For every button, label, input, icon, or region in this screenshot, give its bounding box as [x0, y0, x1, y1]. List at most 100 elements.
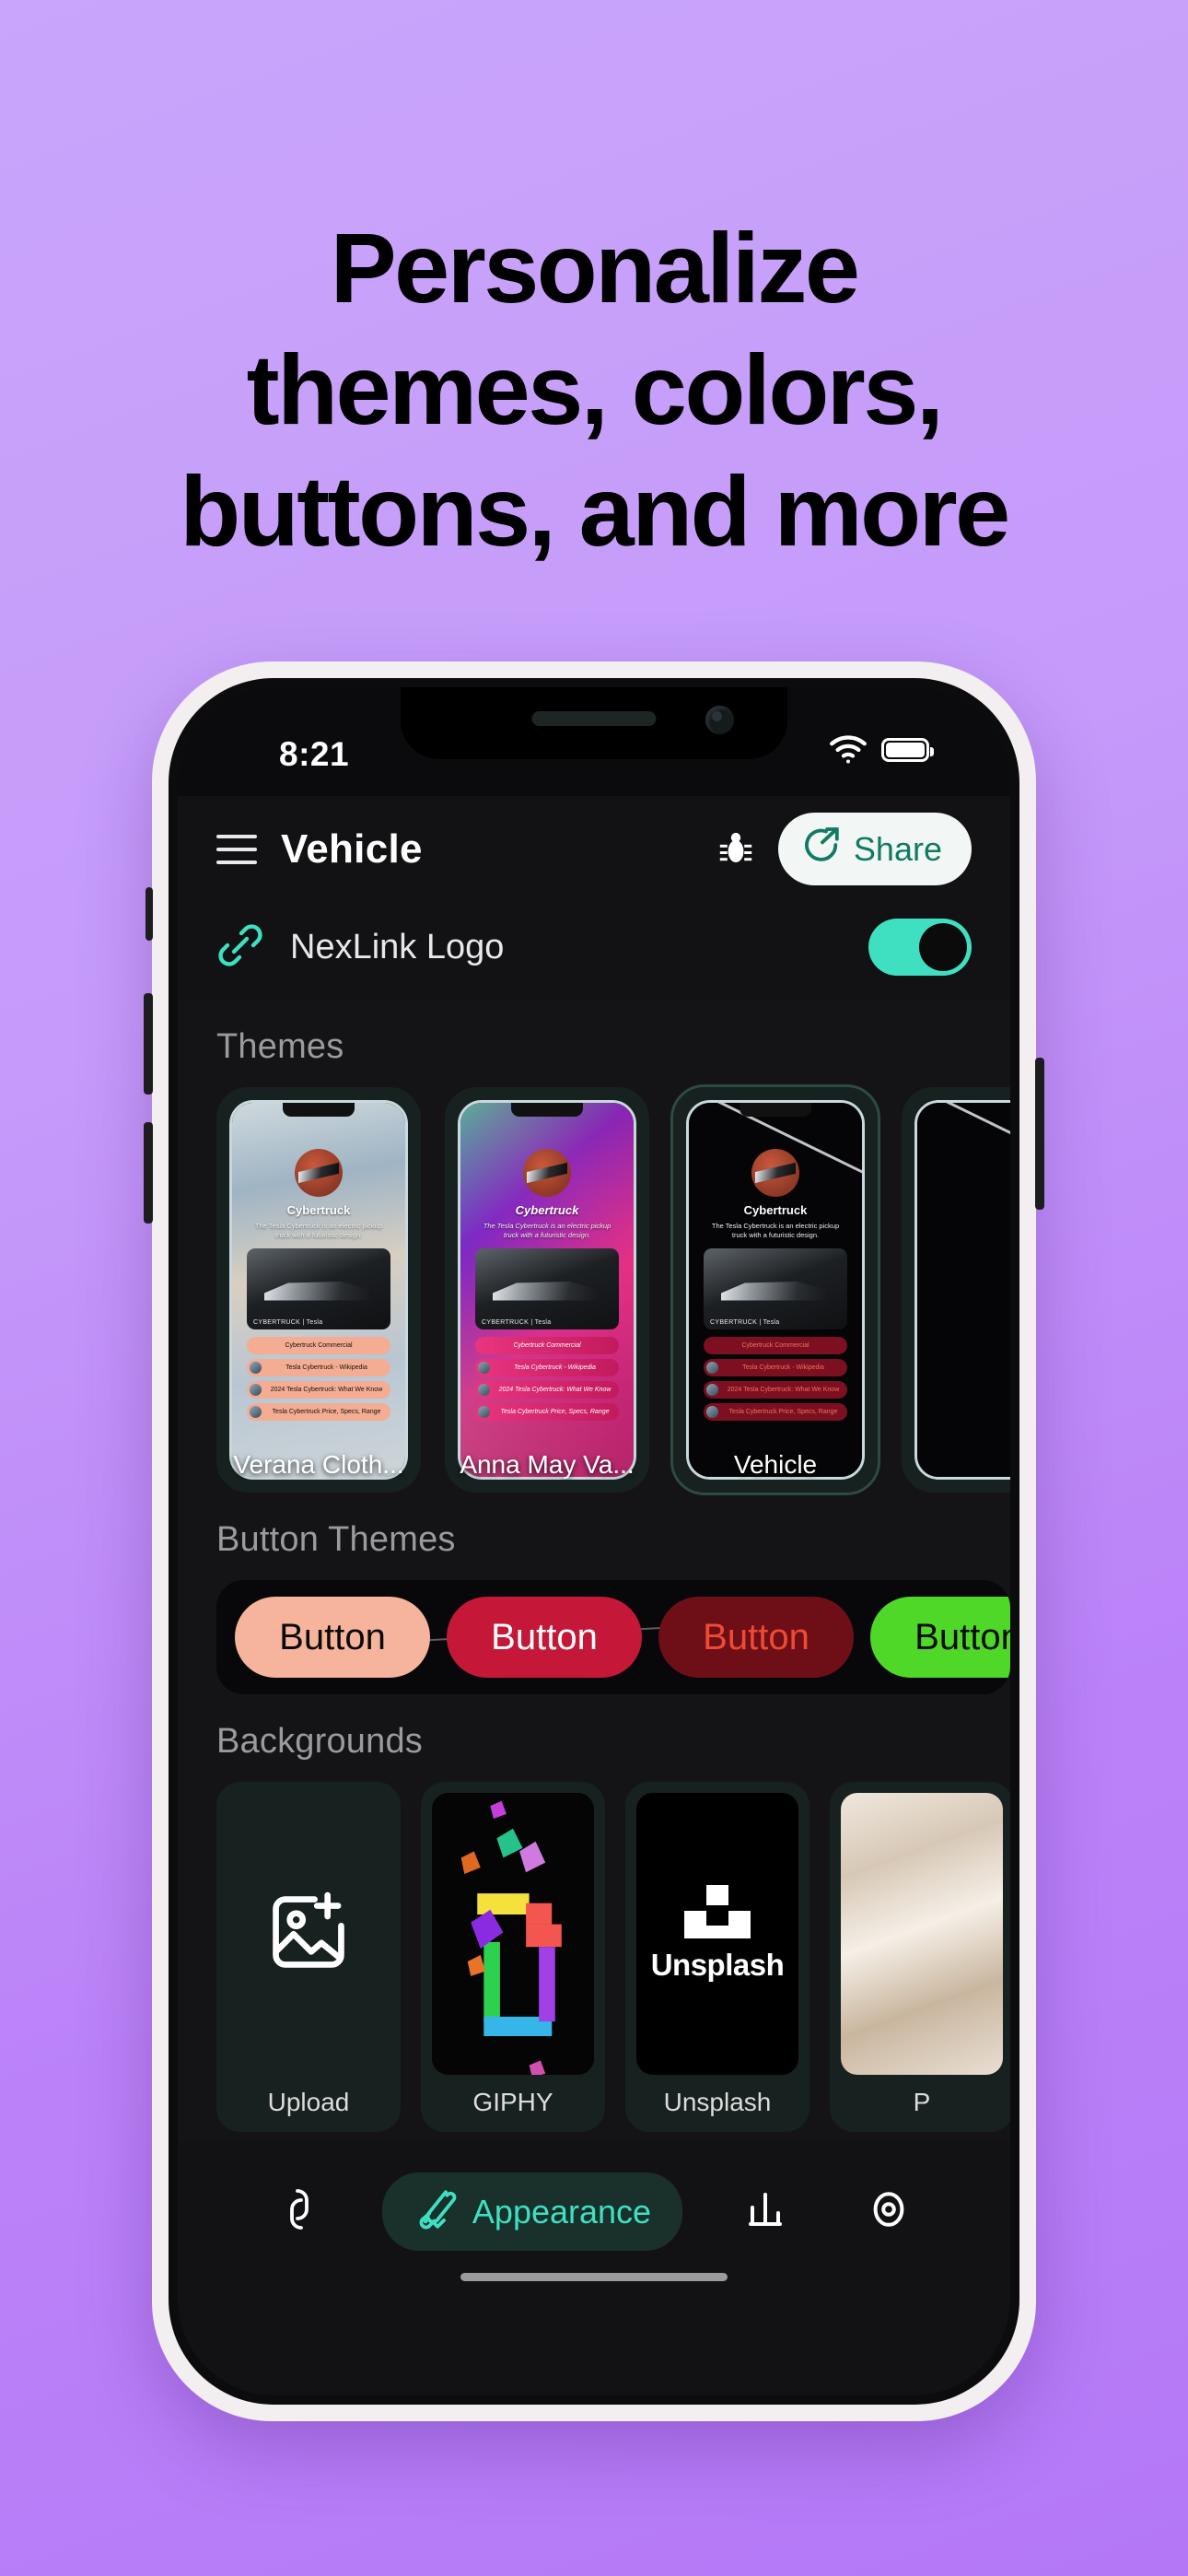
- home-indicator: [178, 2267, 1010, 2315]
- theme-preview: Cybertruck The Tesla Cybertruck is an el…: [229, 1100, 408, 1480]
- tab-appearance[interactable]: Appearance: [381, 2172, 683, 2251]
- battery-icon: [881, 738, 934, 762]
- bug-icon[interactable]: [717, 829, 754, 870]
- avatar: [295, 1149, 343, 1197]
- preview-notch: [511, 1103, 583, 1117]
- front-camera-icon: [705, 706, 734, 734]
- list-item: Tesla Cybertruck Price, Specs, Range: [704, 1403, 847, 1422]
- mute-switch[interactable]: [146, 887, 153, 941]
- pexels-thumb: [841, 1793, 1003, 2075]
- preview-media-caption: CYBERTRUCK | Tesla: [482, 1319, 552, 1327]
- phone-mockup: 8:21 Vehicle Share NexLink Logo Themes C…: [144, 662, 1044, 2421]
- phone-screen: 8:21 Vehicle Share NexLink Logo Themes C…: [178, 687, 1010, 2395]
- background-option-label: GIPHY: [472, 2088, 553, 2116]
- list-item: Tesla Cybertruck - Wikipedia: [247, 1359, 390, 1377]
- list-item: 2024 Tesla Cybertruck: What We Know: [247, 1381, 390, 1399]
- list-item: Cybertruck Commercial: [475, 1337, 619, 1355]
- preview-content: Cybertruck The Tesla Cybertruck is an el…: [460, 1103, 634, 1477]
- button-theme-option[interactable]: Button: [870, 1597, 1010, 1678]
- giphy-thumb: [432, 1793, 594, 2075]
- list-item: Tesla Cybertruck - Wikipedia: [475, 1359, 619, 1377]
- theme-preview: [914, 1100, 1010, 1480]
- preview-description: The Tesla Cybertruck is an electric pick…: [254, 1222, 383, 1240]
- page-headline: Personalize themes, colors, buttons, and…: [0, 207, 1188, 571]
- preview-profile-name: Cybertruck: [286, 1203, 351, 1217]
- preview-content: Cybertruck The Tesla Cybertruck is an el…: [689, 1103, 862, 1477]
- volume-down-button[interactable]: [144, 1122, 153, 1224]
- button-theme-option[interactable]: Button: [447, 1597, 642, 1678]
- theme-card[interactable]: Cybertruck The Tesla Cybertruck is an el…: [216, 1087, 421, 1493]
- preview-link-list: Cybertruck Commercial Tesla Cybertruck -…: [247, 1337, 390, 1422]
- links-icon: [277, 2187, 321, 2236]
- unsplash-logo-icon: Unsplash: [651, 1885, 785, 1983]
- share-button[interactable]: Share: [777, 813, 972, 885]
- bottom-tab-bar: Appearance: [178, 2141, 1010, 2267]
- button-theme-option[interactable]: Button: [235, 1597, 430, 1678]
- preview-media: CYBERTRUCK | Tesla: [247, 1248, 390, 1330]
- list-item: Cybertruck Commercial: [247, 1337, 390, 1355]
- preview-notch: [283, 1103, 355, 1117]
- earpiece-speaker: [531, 711, 657, 726]
- background-option-unsplash[interactable]: Unsplash Unsplash: [625, 1782, 809, 2132]
- avatar: [751, 1149, 799, 1197]
- headline-line-2: themes, colors,: [246, 333, 944, 445]
- hamburger-menu-icon[interactable]: [216, 834, 257, 864]
- unsplash-thumb: Unsplash: [636, 1793, 798, 2075]
- headline-line-1: Personalize: [330, 212, 860, 323]
- preview-profile-name: Cybertruck: [515, 1203, 579, 1217]
- unsplash-wordmark: Unsplash: [650, 1948, 785, 1982]
- preview-description: The Tesla Cybertruck is an electric pick…: [483, 1222, 611, 1240]
- preview-link-list: Cybertruck Commercial Tesla Cybertruck -…: [475, 1337, 619, 1422]
- button-theme-option[interactable]: Button: [658, 1597, 854, 1678]
- nexlink-logo-row: NexLink Logo: [178, 898, 1010, 1000]
- headline-line-3: buttons, and more: [180, 454, 1010, 567]
- paintbrush-icon: [413, 2187, 458, 2236]
- theme-card-label: Anna May Va...: [460, 1450, 635, 1479]
- theme-card-label: Verana Cloth...: [233, 1450, 404, 1479]
- list-item: Tesla Cybertruck Price, Specs, Range: [247, 1403, 390, 1422]
- background-option-giphy[interactable]: GIPHY: [421, 1782, 605, 2132]
- preview-media: CYBERTRUCK | Tesla: [475, 1248, 619, 1330]
- background-option-upload[interactable]: Upload: [216, 1782, 401, 2132]
- upload-thumb: [227, 1793, 390, 2075]
- theme-card[interactable]: Cybertruck The Tesla Cybertruck is an el…: [670, 1084, 880, 1495]
- share-button-label: Share: [853, 829, 942, 868]
- preview-media-caption: CYBERTRUCK | Tesla: [710, 1319, 780, 1327]
- nexlink-toggle[interactable]: [868, 919, 972, 976]
- image-plus-icon: [264, 1888, 353, 1981]
- list-item: Tesla Cybertruck Price, Specs, Range: [475, 1403, 619, 1422]
- status-bar: 8:21: [178, 687, 1010, 796]
- tab-preview[interactable]: [848, 2172, 929, 2251]
- theme-background: [917, 1103, 1010, 1477]
- status-time: 8:21: [279, 735, 350, 773]
- theme-card-partial[interactable]: [902, 1087, 1010, 1493]
- preview-media: CYBERTRUCK | Tesla: [704, 1248, 847, 1330]
- list-item: 2024 Tesla Cybertruck: What We Know: [704, 1381, 847, 1399]
- preview-content: Cybertruck The Tesla Cybertruck is an el…: [232, 1103, 405, 1477]
- avatar: [523, 1149, 571, 1197]
- notch: [401, 687, 787, 759]
- theme-card[interactable]: Cybertruck The Tesla Cybertruck is an el…: [445, 1087, 649, 1493]
- background-option-label: Unsplash: [663, 2088, 772, 2116]
- themes-carousel[interactable]: Cybertruck The Tesla Cybertruck is an el…: [178, 1084, 1010, 1495]
- eye-preview-icon: [867, 2187, 911, 2236]
- backgrounds-carousel[interactable]: Upload GIPHY Unsplash Unsplash P: [178, 1782, 1010, 2132]
- tab-appearance-label: Appearance: [472, 2192, 652, 2231]
- volume-up-button[interactable]: [144, 993, 153, 1095]
- background-option-pexels[interactable]: P: [830, 1782, 1010, 2132]
- theme-card-label: Vehicle: [733, 1450, 818, 1479]
- app-header: Vehicle Share: [178, 796, 1010, 898]
- button-themes-carousel[interactable]: Button Button Button Button: [216, 1580, 1010, 1694]
- theme-preview: Cybertruck The Tesla Cybertruck is an el…: [458, 1100, 636, 1480]
- page-title: Vehicle: [281, 825, 423, 872]
- bar-chart-icon: [743, 2187, 787, 2236]
- background-option-label: Upload: [267, 2088, 350, 2116]
- nexlink-label: NexLink Logo: [290, 927, 505, 966]
- power-button[interactable]: [1035, 1058, 1044, 1210]
- list-item: Tesla Cybertruck - Wikipedia: [704, 1359, 847, 1377]
- wifi-icon: [828, 735, 868, 765]
- tab-analytics[interactable]: [725, 2172, 806, 2251]
- phone-bezel: 8:21 Vehicle Share NexLink Logo Themes C…: [169, 678, 1019, 2405]
- tab-links[interactable]: [259, 2172, 340, 2251]
- themes-section-title: Themes: [216, 1027, 344, 1066]
